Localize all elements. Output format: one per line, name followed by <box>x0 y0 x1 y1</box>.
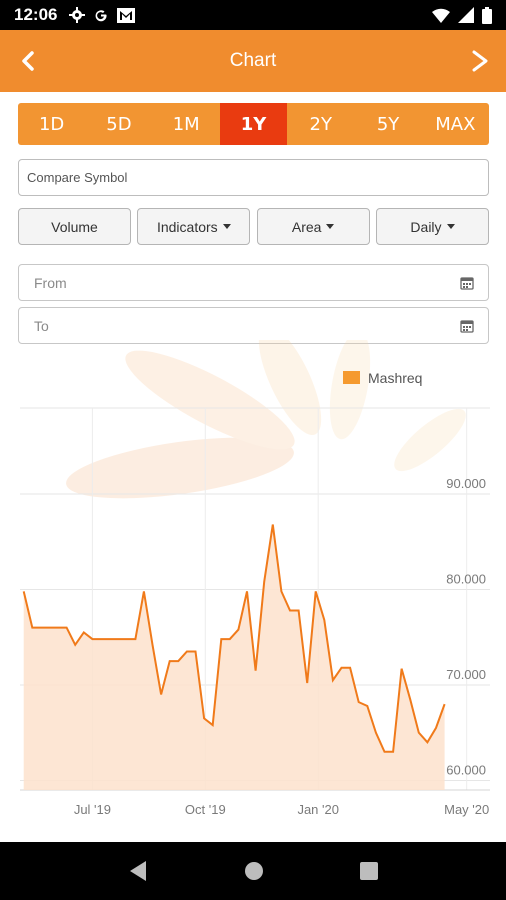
range-tab-2y[interactable]: 2Y <box>287 103 354 145</box>
x-tick-label: Jan '20 <box>297 802 339 817</box>
back-nav-icon[interactable] <box>128 860 148 882</box>
caret-down-icon <box>326 224 335 229</box>
range-tab-1d[interactable]: 1D <box>18 103 85 145</box>
y-tick-label: 60.000 <box>446 762 486 777</box>
calendar-icon[interactable] <box>460 276 474 290</box>
gmail-icon <box>117 7 136 23</box>
watermark-logo <box>66 340 466 499</box>
range-tab-1m[interactable]: 1M <box>153 103 220 145</box>
recents-nav-icon[interactable] <box>360 862 378 880</box>
wifi-icon <box>432 8 450 23</box>
y-tick-label: 80.000 <box>446 571 486 586</box>
to-date-field[interactable]: To <box>18 307 489 344</box>
x-tick-label: Oct '19 <box>185 802 226 817</box>
battery-icon <box>482 6 492 24</box>
y-tick-label: 90.000 <box>446 476 486 491</box>
signal-icon <box>458 7 474 23</box>
chart-type-dropdown[interactable]: Area <box>256 208 370 245</box>
x-tick-label: Jul '19 <box>74 802 111 817</box>
legend-swatch-mashreq <box>343 371 360 384</box>
app-bar: Chart <box>0 30 506 92</box>
from-date-field[interactable]: From <box>18 264 489 301</box>
back-icon[interactable] <box>16 48 42 74</box>
compare-symbol-input[interactable]: Compare Symbol <box>18 159 489 196</box>
interval-label: Daily <box>410 218 442 235</box>
from-placeholder: From <box>34 274 67 291</box>
range-tab-1y[interactable]: 1Y <box>219 103 288 145</box>
caret-down-icon <box>446 224 455 229</box>
chart-type-label: Area <box>291 218 322 235</box>
google-icon <box>96 10 108 22</box>
navigation-bar <box>0 842 506 900</box>
status-bar: 12:06 <box>0 0 506 30</box>
range-tab-max[interactable]: MAX <box>422 103 489 145</box>
interval-dropdown[interactable]: Daily <box>375 208 489 245</box>
range-tabs: 1D 5D 1M 1Y 2Y 5Y MAX <box>18 103 489 145</box>
volume-label: Volume <box>51 218 98 235</box>
calendar-icon[interactable] <box>460 319 474 333</box>
page-title: Chart <box>229 50 277 71</box>
y-tick-label: 70.000 <box>446 667 486 682</box>
indicators-dropdown[interactable]: Indicators <box>137 208 251 245</box>
caret-down-icon <box>222 224 231 229</box>
price-chart[interactable]: 60.00070.00080.00090.000 Jul '19 Oct '19 J… <box>0 340 506 840</box>
range-tab-5d[interactable]: 5D <box>85 103 152 145</box>
settings-icon <box>69 7 86 23</box>
indicators-label: Indicators <box>156 218 218 235</box>
x-tick-label: May '20 <box>444 802 489 817</box>
volume-button[interactable]: Volume <box>18 208 131 245</box>
compare-symbol-placeholder: Compare Symbol <box>27 170 128 185</box>
chart-options: Volume Indicators Area Daily <box>18 208 489 245</box>
series-area-mashreq <box>23 524 445 790</box>
range-tab-5y[interactable]: 5Y <box>354 103 421 145</box>
x-axis-ticks: Jul '19 Oct '19 Jan '20 May '20 <box>74 802 489 817</box>
to-placeholder: To <box>34 317 49 334</box>
status-time: 12:06 <box>14 5 58 24</box>
chart-legend: Mashreq <box>343 370 422 386</box>
forward-icon[interactable] <box>466 48 492 74</box>
home-nav-icon[interactable] <box>244 861 264 881</box>
y-axis-ticks: 60.000 70.000 80.000 90.000 <box>446 476 486 778</box>
legend-label-mashreq: Mashreq <box>368 370 422 386</box>
